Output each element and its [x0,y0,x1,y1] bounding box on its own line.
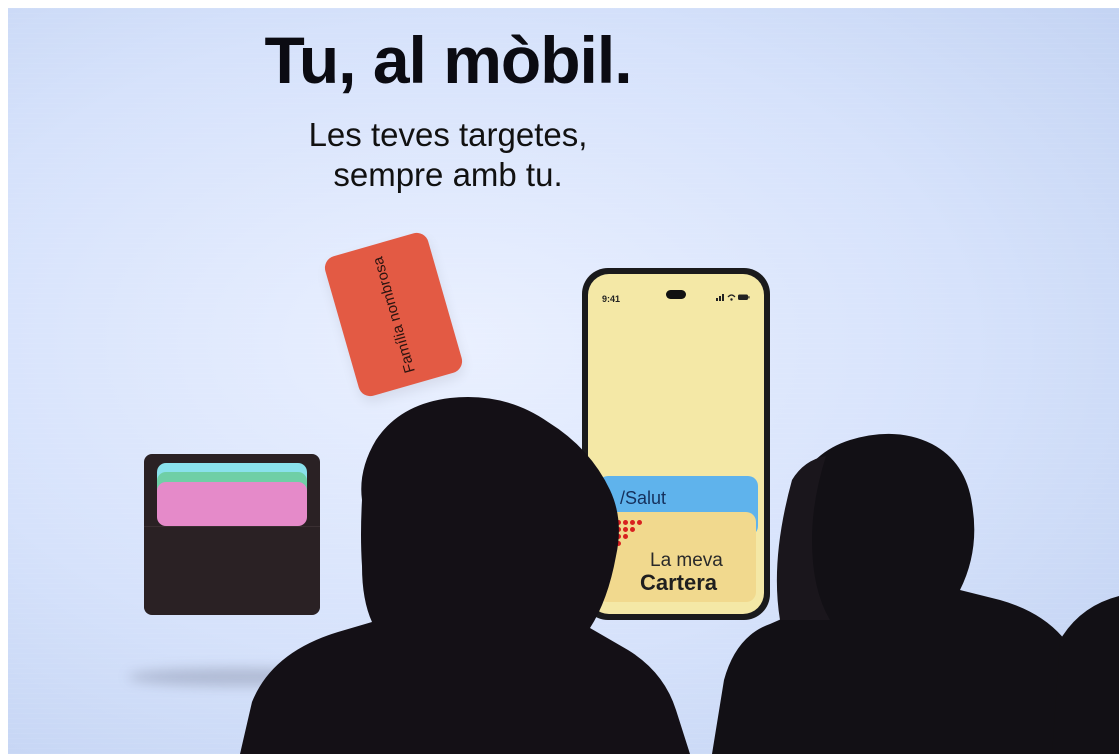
silhouette-edge-person [1052,596,1119,754]
silhouette-left-person [240,397,690,754]
audience-silhouettes [240,397,1119,754]
silhouette-right-person [712,433,1094,754]
